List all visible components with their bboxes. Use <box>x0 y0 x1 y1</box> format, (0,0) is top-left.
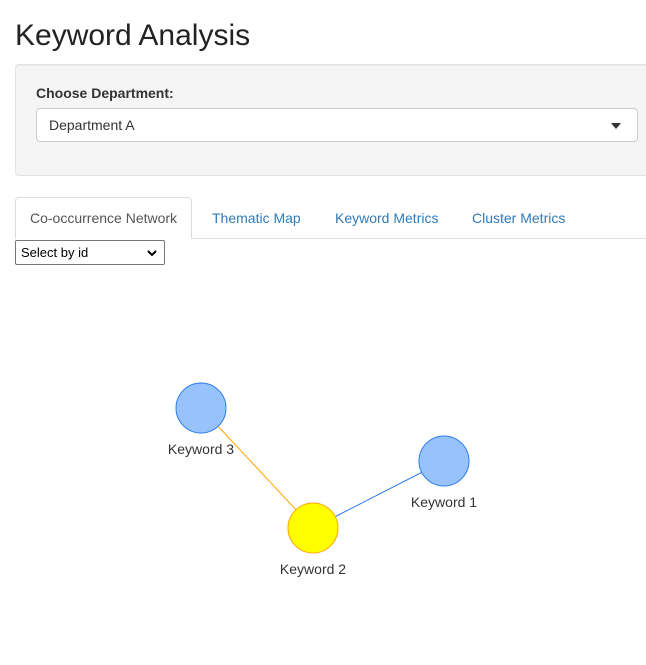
node-keyword-3-circle[interactable] <box>175 382 227 434</box>
department-select-value: Department A <box>49 117 135 133</box>
node-keyword-2-label: Keyword 2 <box>280 561 346 577</box>
node-keyword-1-circle[interactable] <box>418 435 470 487</box>
caret-down-icon <box>611 123 621 129</box>
tab-keyword-metrics[interactable]: Keyword Metrics <box>335 197 438 239</box>
tab-bar: Co-occurrence Network Thematic Map Keywo… <box>15 197 646 239</box>
tab-cluster-metrics[interactable]: Cluster Metrics <box>472 197 565 239</box>
department-select[interactable]: Department A <box>36 108 638 142</box>
department-panel: Choose Department: Department A <box>15 64 646 176</box>
select-by-id-value: Select by id <box>21 245 89 260</box>
page-title: Keyword Analysis <box>15 19 251 52</box>
chevron-down-icon <box>147 250 157 257</box>
department-label: Choose Department: <box>36 85 174 101</box>
node-keyword-3[interactable]: Keyword 3 <box>168 382 234 457</box>
node-keyword-1-label: Keyword 1 <box>411 494 477 510</box>
network-graph[interactable]: Keyword 3 Keyword 1 Keyword 2 <box>0 265 646 665</box>
tab-co-occurrence-network[interactable]: Co-occurrence Network <box>15 197 193 239</box>
select-by-id-dropdown[interactable]: Select by id <box>15 240 165 265</box>
node-keyword-2-circle[interactable] <box>287 502 339 554</box>
node-keyword-2[interactable]: Keyword 2 <box>280 502 346 577</box>
tab-thematic-map[interactable]: Thematic Map <box>212 197 301 239</box>
node-keyword-3-label: Keyword 3 <box>168 441 234 457</box>
